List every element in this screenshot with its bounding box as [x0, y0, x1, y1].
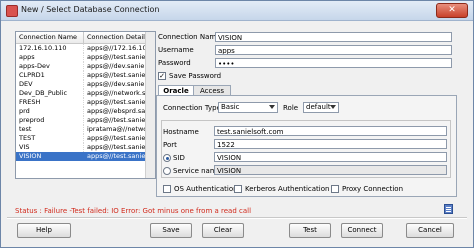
connection-name-cell: 172.16.10.110: [16, 44, 84, 53]
connection-type-label: Connection Type: [163, 104, 221, 112]
save-password-label: Save Password: [169, 72, 222, 80]
table-row[interactable]: VIS apps@//test.saniel...: [16, 143, 155, 152]
table-row[interactable]: preprod apps@//test.saniel...: [16, 116, 155, 125]
os-authentication-label: OS Authentication: [174, 185, 238, 193]
connection-name-cell: Dev_DB_Public: [16, 89, 84, 98]
table-row[interactable]: CLPRD1 apps@//test.saniel...: [16, 71, 155, 80]
connection-name-cell: DEV: [16, 80, 84, 89]
table-row[interactable]: Dev_DB_Public apps@//network.s...: [16, 89, 155, 98]
connection-name-cell: FRESH: [16, 98, 84, 107]
connection-name-input[interactable]: VISION: [215, 32, 452, 42]
connection-list-header: Connection Name Connection Details: [16, 32, 155, 44]
connection-dialog: New / Select Database Connection ✕ Conne…: [0, 0, 474, 248]
connection-name-cell: TEST: [16, 134, 84, 143]
connection-name-label: Connection Name: [158, 33, 221, 41]
connection-name-cell: preprod: [16, 116, 84, 125]
role-label: Role: [283, 104, 299, 112]
save-password-checkbox[interactable]: ✓: [158, 72, 166, 80]
vertical-scrollbar[interactable]: [145, 32, 155, 178]
table-row[interactable]: TEST apps@//test.saniel...: [16, 134, 155, 143]
clear-button[interactable]: Clear: [202, 223, 244, 238]
role-select[interactable]: default: [303, 102, 339, 113]
service-name-input[interactable]: VISION: [214, 165, 447, 175]
username-input[interactable]: apps: [215, 45, 452, 55]
sid-label: SID: [173, 154, 185, 162]
kerberos-authentication-checkbox[interactable]: [234, 185, 242, 193]
column-header-connection-name[interactable]: Connection Name: [16, 32, 84, 43]
table-row[interactable]: apps apps@//test.saniel...: [16, 53, 155, 62]
sid-input[interactable]: VISION: [214, 152, 447, 162]
proxy-connection-checkbox[interactable]: [331, 185, 339, 193]
kerberos-authentication-label: Kerberos Authentication: [245, 185, 330, 193]
table-row[interactable]: FRESH apps@//test.saniel...: [16, 98, 155, 107]
save-button[interactable]: Save: [150, 223, 192, 238]
close-button[interactable]: ✕: [436, 3, 468, 18]
port-label: Port: [163, 141, 177, 149]
connection-list[interactable]: Connection Name Connection Details 172.1…: [15, 31, 156, 179]
connect-button[interactable]: Connect: [341, 223, 383, 238]
notes-icon[interactable]: [444, 204, 453, 214]
hostname-input[interactable]: test.sanielsoft.com: [214, 126, 447, 136]
os-authentication-checkbox[interactable]: [163, 185, 171, 193]
connection-type-select[interactable]: Basic: [218, 102, 278, 113]
connection-name-cell: VISION: [16, 152, 84, 161]
connection-name-cell: CLPRD1: [16, 71, 84, 80]
connection-name-cell: test: [16, 125, 84, 134]
divider: [7, 217, 467, 219]
status-message: Status : Failure -Test failed: IO Error:…: [15, 207, 252, 215]
connection-name-cell: apps: [16, 53, 84, 62]
window-title: New / Select Database Connection: [21, 5, 160, 14]
table-row[interactable]: test ipratama@//netwo...: [16, 125, 155, 134]
help-button[interactable]: Help: [17, 223, 71, 238]
password-label: Password: [158, 59, 191, 67]
connection-name-cell: apps-Dev: [16, 62, 84, 71]
connection-name-cell: VIS: [16, 143, 84, 152]
table-row[interactable]: VISION apps@//test.saniel...: [16, 152, 155, 161]
cancel-button[interactable]: Cancel: [406, 223, 454, 238]
port-input[interactable]: 1522: [214, 139, 447, 149]
table-row[interactable]: DEV apps@//dev.saniels...: [16, 80, 155, 89]
table-row[interactable]: apps-Dev apps@//dev.saniel...: [16, 62, 155, 71]
hostname-label: Hostname: [163, 128, 199, 136]
table-row[interactable]: 172.16.10.110 apps@//172.16.10...: [16, 44, 155, 53]
proxy-connection-label: Proxy Connection: [342, 185, 404, 193]
sql-developer-icon: [6, 5, 18, 17]
connection-name-cell: prd: [16, 107, 84, 116]
tab-access[interactable]: Access: [193, 85, 231, 95]
test-button[interactable]: Test: [289, 223, 331, 238]
chevron-down-icon: [330, 105, 336, 109]
chevron-down-icon: [269, 105, 275, 109]
service-name-radio[interactable]: [163, 167, 171, 175]
title-bar: New / Select Database Connection ✕: [1, 1, 473, 21]
role-value: default: [306, 103, 331, 111]
password-input[interactable]: ••••: [215, 58, 452, 68]
table-row[interactable]: prd apps@//ebsprd.sa...: [16, 107, 155, 116]
connection-type-value: Basic: [221, 103, 240, 111]
username-label: Username: [158, 46, 194, 54]
sid-radio[interactable]: [163, 154, 171, 162]
